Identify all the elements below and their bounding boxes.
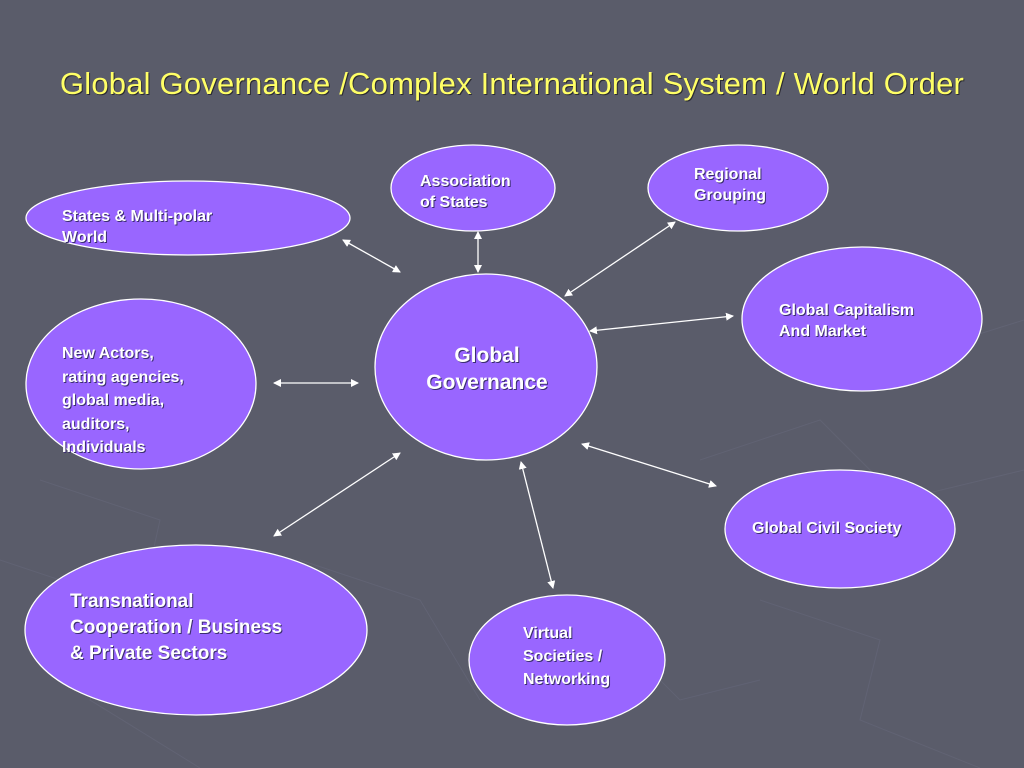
- node-label-virtual-societies: Virtual Societies / Networking: [523, 625, 611, 688]
- arrow-virtual-societies: [518, 461, 556, 589]
- node-label-transnational: Transnational Cooperation / Business & P…: [70, 591, 283, 664]
- node-label-association-states: Association of States: [420, 173, 511, 211]
- arrow-global-capitalism: [589, 312, 734, 335]
- arrow-global-civil-society: [581, 442, 717, 488]
- arrow-regional-grouping: [564, 221, 676, 297]
- node-label-global-civil-society: Global Civil Society: [752, 520, 902, 537]
- arrow-states-multipolar: [342, 239, 401, 273]
- node-label-new-actors: New Actors, rating agencies, global medi…: [62, 345, 184, 456]
- arrow-transnational: [273, 452, 401, 537]
- node-label-global-governance: Global Governance: [426, 344, 548, 394]
- node-label-states-multipolar: States & Multi-polar World: [62, 208, 213, 246]
- node-label-regional-grouping: Regional Grouping: [694, 166, 766, 204]
- node-label-global-capitalism: Global Capitalism And Market: [779, 302, 915, 340]
